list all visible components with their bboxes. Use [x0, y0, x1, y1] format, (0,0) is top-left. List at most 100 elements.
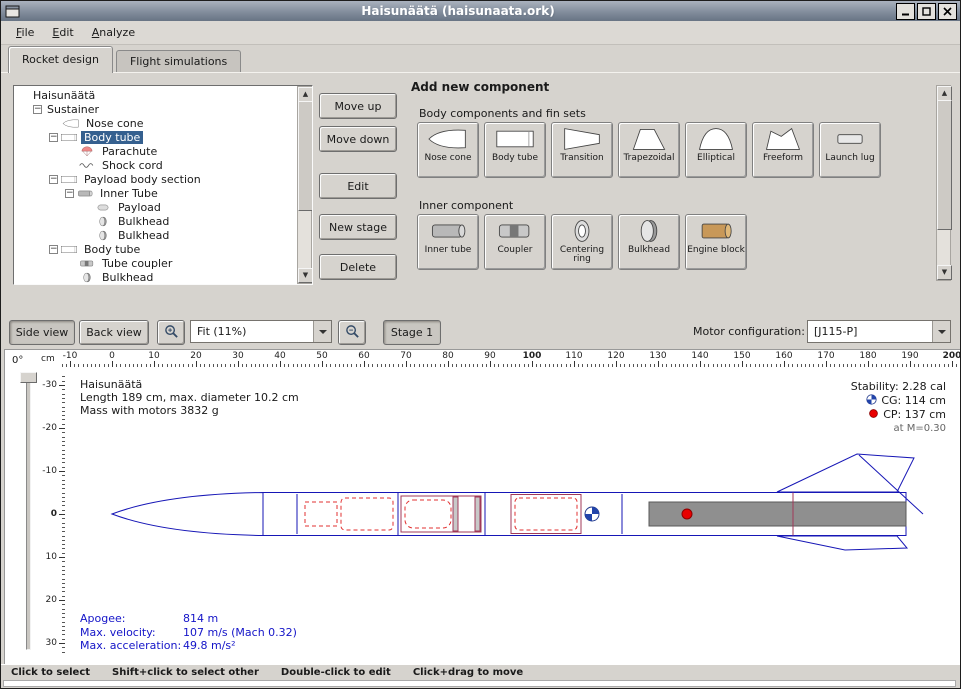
add-centering-ring-button[interactable]: Centering ring	[551, 214, 613, 270]
add-inner-tube-button[interactable]: Inner tube	[417, 214, 479, 270]
rocket-dimensions: Length 189 cm, max. diameter 10.2 cm	[80, 391, 299, 404]
tree-item-bulkhead[interactable]: Bulkhead	[14, 270, 296, 284]
move-down-button[interactable]: Move down	[319, 126, 397, 152]
stage-1-toggle[interactable]: Stage 1	[383, 320, 441, 345]
shockcord-icon	[78, 160, 96, 171]
ruler-tick	[881, 364, 882, 367]
ruler-tick	[910, 361, 911, 367]
ruler-tick	[755, 364, 756, 367]
ruler-tick	[87, 364, 88, 367]
tree-item-body-tube[interactable]: −Body tube	[14, 130, 296, 144]
zoom-out-button[interactable]	[338, 320, 366, 345]
tree-item-bulkhead[interactable]: Bulkhead	[14, 228, 296, 242]
parachute-outline	[341, 498, 393, 530]
add-trapezoidal-button[interactable]: Trapezoidal	[618, 122, 680, 178]
add-launch-lug-button[interactable]: Launch lug	[819, 122, 881, 178]
ruler-tick	[276, 364, 277, 367]
add-freeform-button[interactable]: Freeform	[752, 122, 814, 178]
ruler-label: 0	[109, 351, 115, 361]
tab-rocket-design[interactable]: Rocket design	[8, 46, 113, 73]
tree-expander-icon[interactable]: −	[33, 105, 42, 114]
tree-item-body-tube[interactable]: − Body tube	[14, 242, 296, 256]
edit-button[interactable]: Edit	[319, 173, 397, 199]
result-row: Max. acceleration:49.8 m/s²	[80, 639, 297, 653]
add-engine-block-button[interactable]: Engine block	[685, 214, 747, 270]
window-menu-icon[interactable]	[5, 5, 20, 18]
ruler-tick	[843, 364, 844, 367]
ruler-tick	[116, 364, 117, 367]
tree-item-payload[interactable]: Payload	[14, 200, 296, 214]
close-button[interactable]	[938, 3, 957, 20]
back-view-button[interactable]: Back view	[79, 320, 149, 345]
motor-configuration-select[interactable]: [J115-P]	[807, 320, 951, 343]
scroll-up-icon[interactable]	[937, 86, 952, 101]
add-elliptical-button[interactable]: Elliptical	[685, 122, 747, 178]
ruler-label: 140	[691, 351, 708, 361]
tree-item-payload-body-section[interactable]: −Payload body section	[14, 172, 296, 186]
tree-scrollbar-thumb[interactable]	[298, 101, 313, 211]
ruler-tick	[851, 364, 852, 367]
scroll-up-icon[interactable]	[298, 87, 313, 102]
move-up-button[interactable]: Move up	[319, 93, 397, 119]
statusbar-hint: Click+drag to move	[413, 667, 523, 678]
ruler-label: 150	[733, 351, 750, 361]
tree-expander-icon[interactable]: −	[49, 175, 58, 184]
tree-item-haisunaata[interactable]: Haisunäätä	[14, 88, 296, 102]
ruler-tick	[368, 364, 369, 367]
tree-item-shock-cord[interactable]: Shock cord	[14, 158, 296, 172]
maximize-button[interactable]	[917, 3, 936, 20]
add-nose-cone-button[interactable]: Nose cone	[417, 122, 479, 178]
add-transition-button[interactable]: Transition	[551, 122, 613, 178]
add-coupler-button[interactable]: Coupler	[484, 214, 546, 270]
result-label: Max. velocity:	[80, 626, 183, 640]
delete-button[interactable]: Delete	[319, 254, 397, 280]
menu-file[interactable]: File	[7, 23, 43, 42]
ruler-tick	[700, 361, 701, 367]
tab-divider	[1, 72, 960, 73]
ruler-tick	[507, 364, 508, 367]
tree-item-inner-tube[interactable]: −Inner Tube	[14, 186, 296, 200]
ruler-tick	[704, 364, 705, 367]
add-panel-scrollbar-thumb[interactable]	[937, 100, 952, 230]
window-titlebar[interactable]: Haisunäätä (haisunaata.ork)	[1, 1, 960, 21]
ruler-tick	[935, 364, 936, 367]
tree-expander-icon[interactable]: −	[65, 189, 74, 198]
ruler-tick	[889, 364, 890, 367]
tree-item-nose-cone[interactable]: Nose cone	[14, 116, 296, 130]
tree-item-parachute[interactable]: Parachute	[14, 144, 296, 158]
ruler-tick	[608, 364, 609, 367]
tree-item-bulkhead[interactable]: Bulkhead	[14, 214, 296, 228]
add-panel-scrollbar[interactable]	[936, 85, 951, 281]
rotation-slider[interactable]	[26, 374, 31, 650]
menu-analyze[interactable]: Analyze	[83, 23, 144, 42]
component-button-label: Elliptical	[687, 154, 745, 163]
menu-edit[interactable]: Edit	[43, 23, 82, 42]
ruler-tick	[486, 364, 487, 367]
chevron-down-icon[interactable]	[313, 321, 331, 342]
ruler-tick	[750, 364, 751, 367]
tree-scrollbar[interactable]	[297, 86, 312, 284]
tree-expander-icon[interactable]: −	[49, 245, 58, 254]
bulkhead-icon	[94, 230, 112, 241]
minimize-button[interactable]	[896, 3, 915, 20]
component-button-label: Inner tube	[419, 246, 477, 255]
app-window: Haisunäätä (haisunaata.ork) File Edit An…	[0, 0, 961, 689]
ruler-label: 170	[817, 351, 834, 361]
side-view-button[interactable]: Side view	[9, 320, 75, 345]
ruler-label: 10	[46, 552, 57, 562]
zoom-select[interactable]: Fit (11%)	[190, 320, 332, 343]
scroll-down-icon[interactable]	[298, 268, 313, 283]
new-stage-button[interactable]: New stage	[319, 214, 397, 240]
add-body-tube-button[interactable]: Body tube	[484, 122, 546, 178]
tree-item-label: Body tube	[81, 243, 143, 256]
tab-flight-simulations[interactable]: Flight simulations	[116, 50, 241, 72]
scroll-down-icon[interactable]	[937, 265, 952, 280]
add-bulkhead-button[interactable]: Bulkhead	[618, 214, 680, 270]
tree-expander-icon[interactable]: −	[49, 133, 58, 142]
tree-item-tube-coupler[interactable]: Tube coupler	[14, 256, 296, 270]
zoom-in-button[interactable]	[157, 320, 185, 345]
ruler-label: 20	[46, 595, 57, 605]
motor-configuration-label: Motor configuration:	[693, 325, 805, 338]
tree-item-sustainer[interactable]: −Sustainer	[14, 102, 296, 116]
chevron-down-icon[interactable]	[932, 321, 950, 342]
